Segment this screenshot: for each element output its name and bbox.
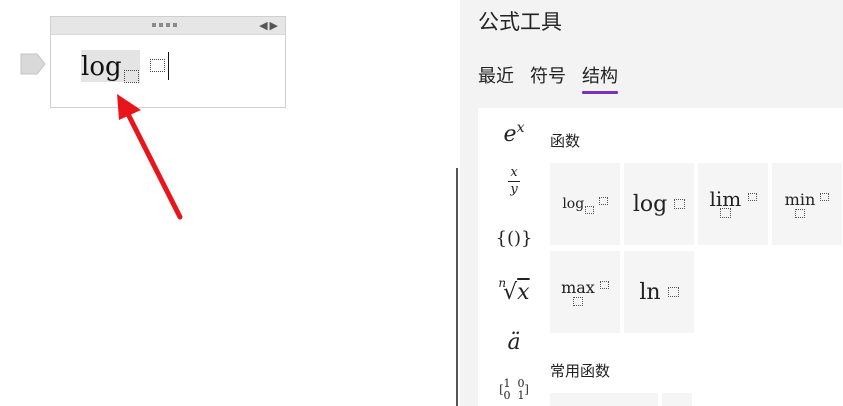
resize-arrows-icon[interactable]: ◀▶ xyxy=(259,19,280,32)
common-function-button[interactable] xyxy=(662,393,692,406)
log-button[interactable]: log xyxy=(624,163,694,245)
structures-body: ex xy {()} n√x ä [1 00 1] 函数 log log lim xyxy=(478,108,843,406)
panel-divider xyxy=(456,168,458,406)
tab-structures[interactable]: 结构 xyxy=(582,62,618,94)
common-function-button[interactable] xyxy=(550,393,658,406)
argument-placeholder[interactable] xyxy=(149,59,165,72)
drag-handle-icon[interactable] xyxy=(152,23,177,27)
tab-symbols[interactable]: 符号 xyxy=(530,62,566,92)
radical-icon[interactable]: n√x xyxy=(478,276,550,305)
text-cursor xyxy=(167,52,169,80)
bracket-icon[interactable]: {()} xyxy=(478,228,550,249)
section-title-functions: 函数 xyxy=(550,132,581,150)
section-title-common-functions: 常用函数 xyxy=(550,362,611,380)
equation-selection: log xyxy=(81,50,140,83)
min-button[interactable]: min xyxy=(772,163,842,245)
matrix-icon[interactable]: [1 00 1] xyxy=(478,378,550,402)
ln-button[interactable]: ln xyxy=(624,251,694,333)
lim-button[interactable]: lim xyxy=(698,163,768,245)
max-button[interactable]: max xyxy=(550,251,620,333)
equation-content[interactable]: log xyxy=(81,50,169,83)
exponent-icon[interactable]: ex xyxy=(478,120,550,147)
red-annotation-arrow-icon xyxy=(117,94,183,220)
equation-function-label: log xyxy=(81,52,122,82)
panel-title: 公式工具 xyxy=(478,10,562,34)
equation-handle[interactable]: ◀▶ xyxy=(51,17,285,35)
category-column: ex xy {()} n√x ä [1 00 1] xyxy=(478,108,550,406)
formula-tool-panel: 公式工具 最近 符号 结构 ex xy {()} n√x ä [1 00 1] … xyxy=(460,0,843,406)
panel-tabs: 最近 符号 结构 xyxy=(478,62,618,94)
accent-icon[interactable]: ä xyxy=(478,330,550,355)
structures-content: 函数 log log lim min max ln 常用函数 xyxy=(550,108,843,406)
fraction-icon[interactable]: xy xyxy=(478,166,550,197)
base-placeholder[interactable] xyxy=(123,70,139,83)
equation-anchor-icon xyxy=(20,53,46,75)
log-base-button[interactable]: log xyxy=(550,163,620,245)
tab-recent[interactable]: 最近 xyxy=(478,62,514,92)
